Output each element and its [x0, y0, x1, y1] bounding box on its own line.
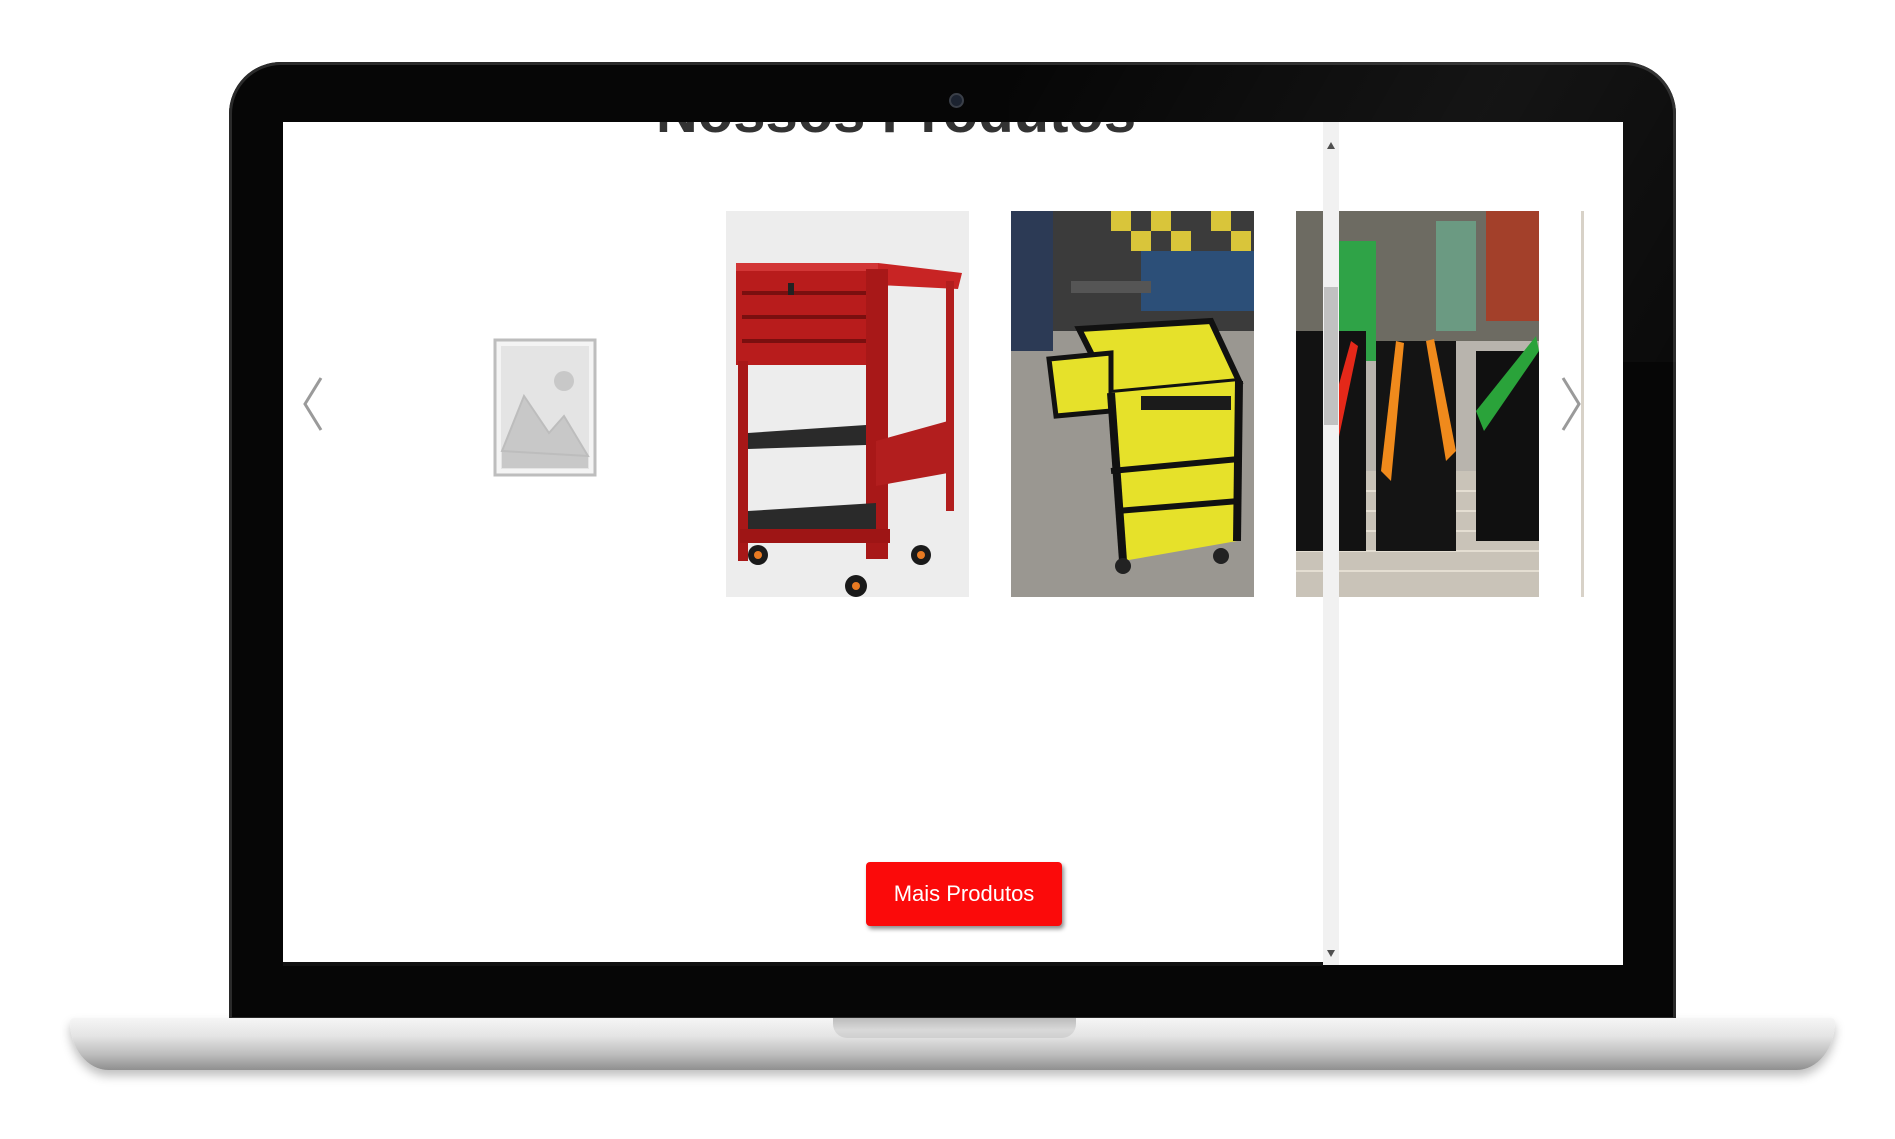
- scroll-up-arrow-icon[interactable]: [1327, 142, 1335, 149]
- image-placeholder-icon: [493, 338, 597, 477]
- product-card-yellow-tool-cart[interactable]: [1011, 211, 1254, 597]
- more-products-button[interactable]: Mais Produtos: [866, 862, 1062, 926]
- base-notch: [833, 1018, 1076, 1038]
- product-card-red-tool-cart[interactable]: [726, 211, 969, 597]
- laptop-base: [70, 1018, 1835, 1070]
- chevron-left-icon: [303, 377, 323, 431]
- webcam: [949, 93, 964, 108]
- browser-viewport: Nossos Produtos: [283, 122, 1623, 965]
- chevron-right-icon: [1561, 377, 1581, 431]
- red-tool-cart-image: [726, 211, 969, 597]
- vertical-scrollbar[interactable]: [1323, 122, 1339, 965]
- product-card-placeholder[interactable]: [424, 211, 667, 597]
- carousel-next-button[interactable]: [1553, 374, 1589, 434]
- yellow-tool-cart-image: [1011, 211, 1254, 597]
- scroll-down-arrow-icon[interactable]: [1327, 950, 1335, 957]
- screen-bottom-edge: [283, 962, 1323, 966]
- scroll-thumb[interactable]: [1324, 287, 1338, 425]
- carousel-prev-button[interactable]: [295, 374, 331, 434]
